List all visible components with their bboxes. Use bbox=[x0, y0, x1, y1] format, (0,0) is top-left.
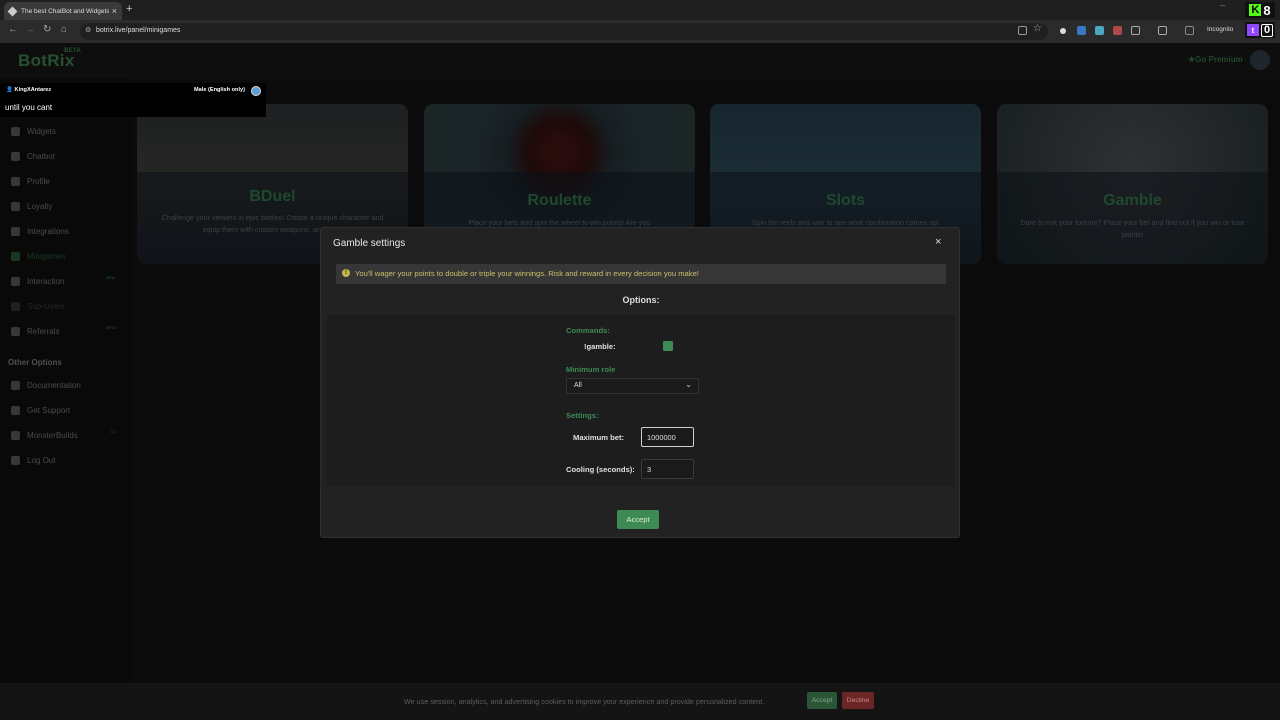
info-alert: ! You'll wager your points to double or … bbox=[336, 264, 946, 284]
minimize-icon[interactable]: – bbox=[1220, 0, 1225, 10]
overlay-username: 👤 KingXAntarez bbox=[6, 87, 52, 93]
gamble-settings-modal: Gamble settings × ! You'll wager your po… bbox=[320, 227, 960, 538]
site-favicon-icon bbox=[7, 6, 18, 16]
twitch-icon: t bbox=[1246, 24, 1259, 36]
profile-switch-icon[interactable] bbox=[1185, 26, 1194, 35]
extension-red-icon[interactable] bbox=[1113, 26, 1122, 35]
browser-tab[interactable]: The best ChatBot and Widgets × bbox=[4, 2, 122, 20]
gamble-command-checkbox[interactable] bbox=[663, 341, 673, 351]
options-heading: Options: bbox=[622, 295, 660, 305]
twitch-count: 0 bbox=[1260, 23, 1274, 37]
close-icon[interactable]: × bbox=[935, 236, 941, 248]
extension-teal-icon[interactable] bbox=[1095, 26, 1104, 35]
back-icon[interactable]: ← bbox=[8, 24, 18, 35]
cooling-label: Cooling (seconds): bbox=[566, 465, 635, 474]
overlay-username-text: KingXAntarez bbox=[14, 87, 52, 93]
extension-dot-icon[interactable] bbox=[1060, 28, 1066, 34]
tts-overlay-message: until you cant bbox=[0, 100, 266, 117]
url-text: botrix.live/panel/minigames bbox=[96, 27, 181, 34]
bookmark-star-icon[interactable]: ☆ bbox=[1033, 23, 1042, 34]
cooling-input[interactable]: 3 bbox=[641, 459, 694, 479]
site-info-icon[interactable]: ⚙ bbox=[85, 26, 91, 34]
extensions-puzzle-icon[interactable] bbox=[1131, 26, 1140, 35]
overlay-voice: Male (English only) bbox=[194, 87, 245, 93]
kick-icon: K bbox=[1249, 4, 1262, 16]
globe-icon bbox=[251, 86, 261, 96]
chevron-down-icon: ⌄ bbox=[685, 380, 692, 389]
sidepanel-icon[interactable] bbox=[1158, 26, 1167, 35]
cookie-text: We use session, analytics, and advertisi… bbox=[404, 697, 765, 706]
minimum-role-label: Minimum role bbox=[566, 365, 616, 374]
maximum-bet-input[interactable]: 1000000 bbox=[641, 427, 694, 447]
browser-toolbar: ← → ↻ ⌂ ⚙ botrix.live/panel/minigames ☆ … bbox=[0, 20, 1280, 43]
new-tab-icon[interactable]: + bbox=[126, 3, 132, 15]
incognito-label[interactable]: Incognito bbox=[1207, 26, 1233, 33]
gamble-command-label: !gamble: bbox=[584, 342, 616, 351]
close-tab-icon[interactable]: × bbox=[112, 6, 117, 16]
extension-blue-icon[interactable] bbox=[1077, 26, 1086, 35]
tts-overlay-header: 👤 KingXAntarez Male (English only) bbox=[0, 83, 266, 100]
settings-label: Settings: bbox=[566, 411, 599, 420]
accept-button[interactable]: Accept bbox=[617, 510, 659, 529]
options-panel: Commands: !gamble: Minimum role All ⌄ Se… bbox=[327, 315, 955, 487]
address-bar[interactable]: ⚙ botrix.live/panel/minigames bbox=[80, 23, 1048, 40]
cookie-banner: We use session, analytics, and advertisi… bbox=[0, 683, 1280, 720]
minimum-role-select[interactable]: All ⌄ bbox=[566, 378, 699, 394]
commands-label: Commands: bbox=[566, 326, 610, 335]
cookie-decline-button[interactable]: Decline bbox=[842, 692, 874, 709]
modal-title: Gamble settings bbox=[333, 238, 406, 249]
tab-title: The best ChatBot and Widgets bbox=[21, 7, 109, 15]
reload-icon[interactable]: ↻ bbox=[43, 24, 51, 35]
screen: The best ChatBot and Widgets × + – ← → ↻… bbox=[0, 0, 1280, 720]
twitch-viewer-badge: t 0 bbox=[1245, 22, 1275, 38]
minimum-role-value: All bbox=[574, 382, 582, 389]
eye-off-icon[interactable] bbox=[1018, 26, 1027, 35]
browser-tabbar: The best ChatBot and Widgets × + – bbox=[0, 0, 1280, 20]
cookie-accept-button[interactable]: Accept bbox=[807, 692, 837, 709]
warning-icon: ! bbox=[342, 269, 350, 277]
info-text: You'll wager your points to double or tr… bbox=[355, 269, 699, 278]
kick-count: 8 bbox=[1263, 2, 1271, 18]
maximum-bet-label: Maximum bet: bbox=[573, 433, 625, 442]
kick-viewer-badge: K 8 bbox=[1245, 2, 1275, 18]
home-icon[interactable]: ⌂ bbox=[61, 24, 67, 35]
forward-icon[interactable]: → bbox=[25, 24, 35, 35]
